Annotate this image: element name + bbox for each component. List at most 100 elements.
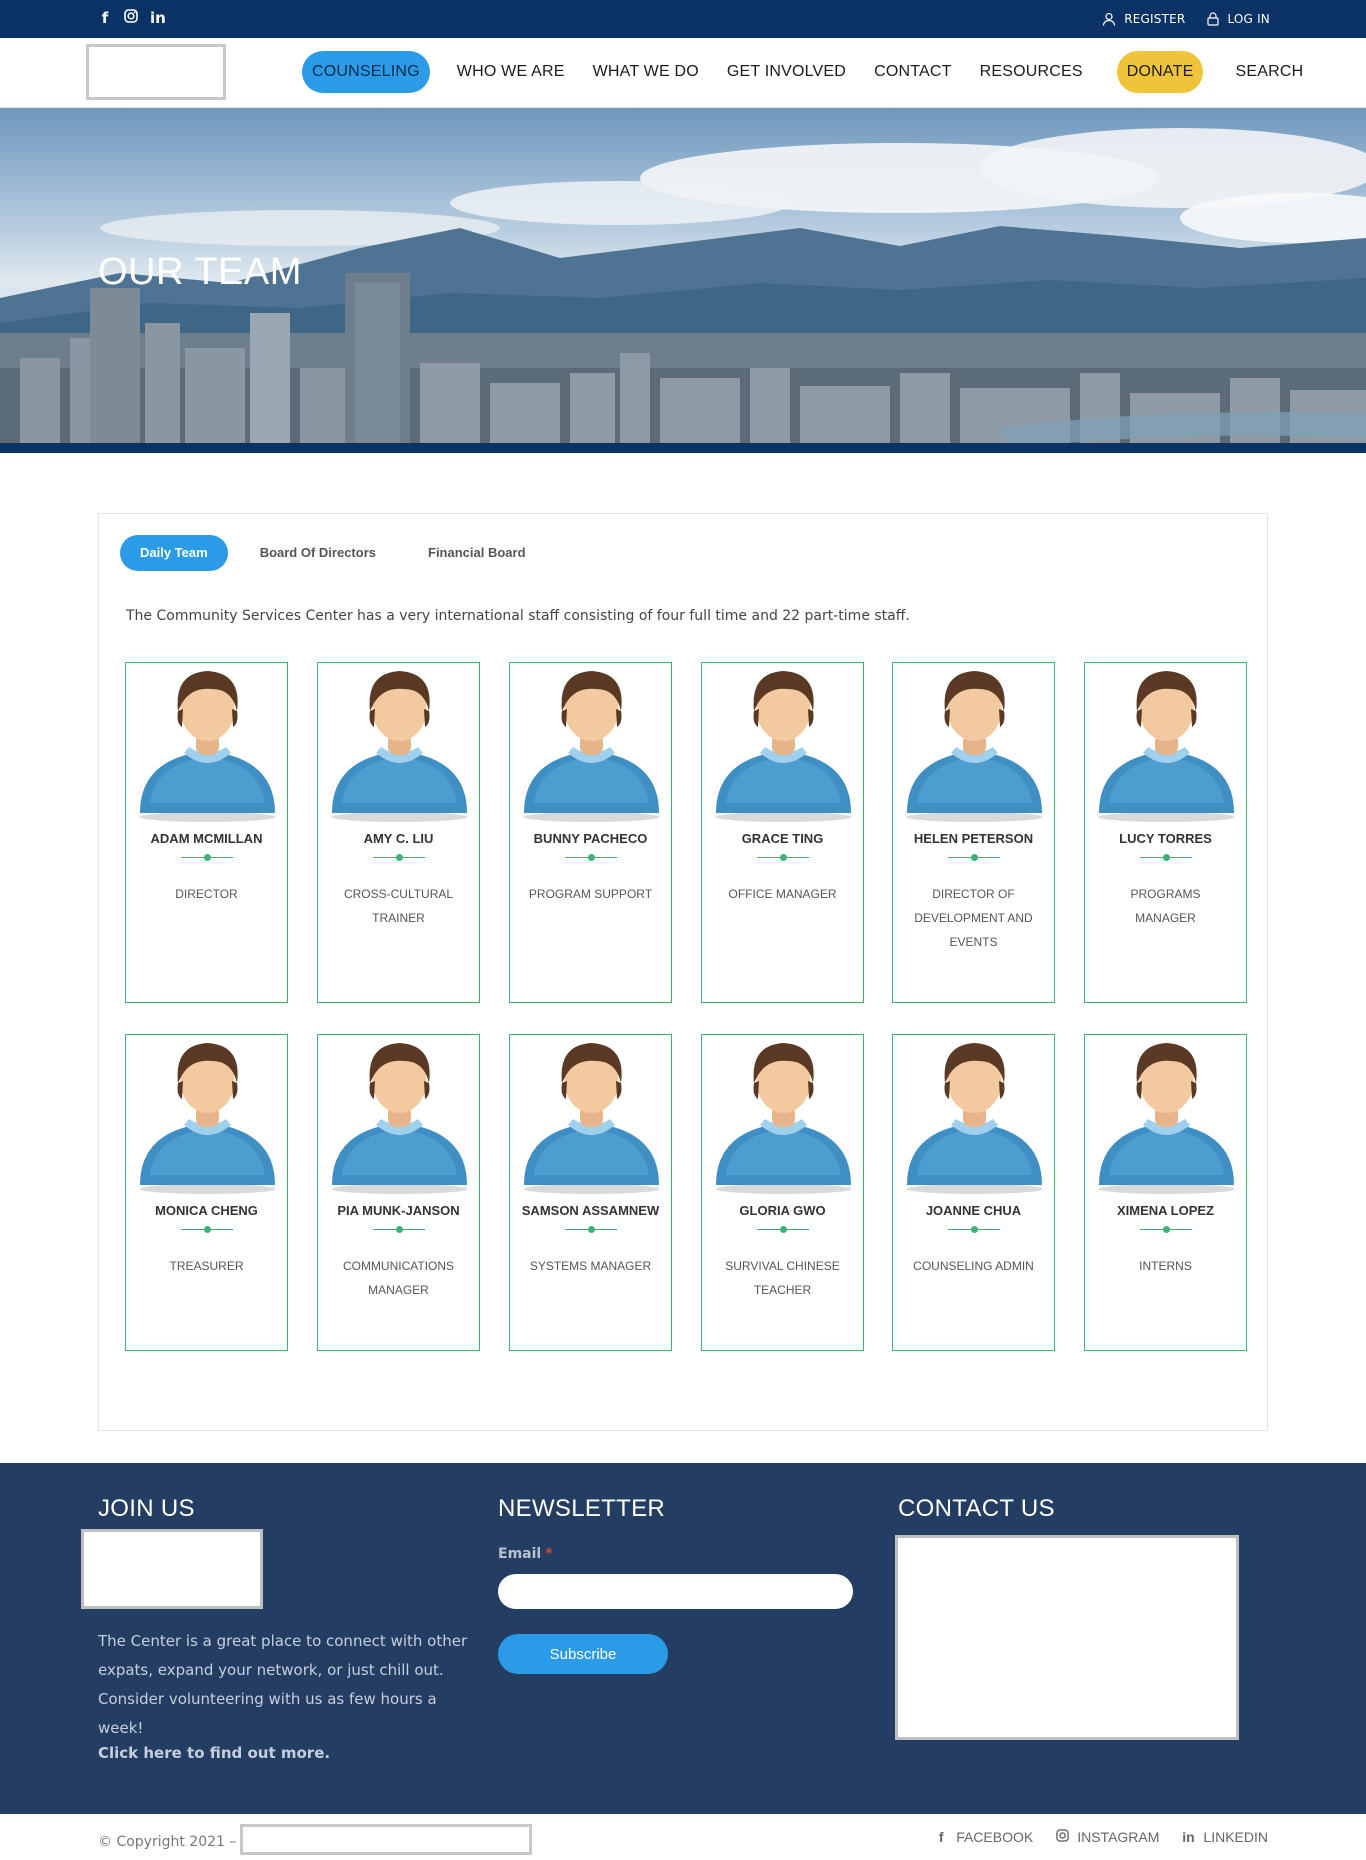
required-mark: * xyxy=(545,1546,553,1562)
team-member-name: ADAM MCMILLAN xyxy=(150,831,263,846)
newsletter-email-input[interactable] xyxy=(498,1574,853,1609)
page-title: OUR TEAM xyxy=(98,251,302,293)
linkedin-icon[interactable]: in xyxy=(150,9,166,27)
team-member-name: BUNNY PACHECO xyxy=(533,831,648,846)
team-intro: The Community Services Center has a very… xyxy=(126,608,910,624)
avatar-placeholder-icon xyxy=(318,663,481,823)
team-member-card[interactable]: BUNNY PACHECO PROGRAM SUPPORT xyxy=(509,662,672,1003)
nav-item-counseling[interactable]: COUNSELING xyxy=(302,51,430,93)
top-social-links: f in xyxy=(98,9,166,27)
avatar-placeholder-icon xyxy=(510,663,673,823)
team-member-name: SAMSON ASSAMNEW xyxy=(521,1203,660,1218)
login-link[interactable]: LOG IN xyxy=(1207,12,1270,26)
avatar-placeholder-icon xyxy=(126,1035,289,1195)
avatar-placeholder-icon xyxy=(126,663,289,823)
name-divider xyxy=(564,854,617,862)
instagram-icon xyxy=(1055,1829,1069,1845)
name-divider xyxy=(947,854,1000,862)
find-out-more-link[interactable]: Click here to find out more. xyxy=(98,1744,330,1762)
linkedin-link[interactable]: in LINKEDIN xyxy=(1181,1829,1268,1845)
avatar-placeholder-icon xyxy=(702,1035,865,1195)
nav-item-contact[interactable]: CONTACT xyxy=(860,51,966,93)
team-member-name: GRACE TING xyxy=(741,831,824,846)
team-member-name: XIMENA LOPEZ xyxy=(1116,1203,1215,1218)
join-us-heading: JOIN US xyxy=(98,1495,195,1522)
main-nav: COUNSELING WHO WE ARE WHAT WE DO GET INV… xyxy=(0,38,1366,108)
team-member-card[interactable]: SAMSON ASSAMNEW SYSTEMS MANAGER xyxy=(509,1034,672,1351)
name-divider xyxy=(564,1226,617,1234)
nav-item-resources[interactable]: RESOURCES xyxy=(966,51,1097,93)
hero-banner: OUR TEAM xyxy=(0,108,1366,453)
team-member-card[interactable]: GRACE TING OFFICE MANAGER xyxy=(701,662,864,1003)
team-member-name: GLORIA GWO xyxy=(739,1203,826,1218)
avatar-placeholder-icon xyxy=(702,663,865,823)
contact-us-heading: CONTACT US xyxy=(898,1495,1055,1522)
team-member-role: COMMUNICATIONS MANAGER xyxy=(342,1259,455,1297)
footer-social-links: f FACEBOOK INSTAGRAM in LINKEDIN xyxy=(934,1814,1268,1860)
team-member-card[interactable]: PIA MUNK-JANSON COMMUNICATIONS MANAGER xyxy=(317,1034,480,1351)
team-member-role: DIRECTOR OF DEVELOPMENT AND EVENTS xyxy=(914,887,1033,949)
facebook-link[interactable]: f FACEBOOK xyxy=(934,1829,1033,1845)
team-member-card[interactable]: AMY C. LIU CROSS-CULTURAL TRAINER xyxy=(317,662,480,1003)
auth-links: REGISTER LOG IN xyxy=(1102,0,1270,38)
name-divider xyxy=(180,854,233,862)
avatar-placeholder-icon xyxy=(318,1035,481,1195)
team-member-role: TREASURER xyxy=(169,1259,244,1273)
nav-item-donate[interactable]: DONATE xyxy=(1116,51,1204,93)
nav-item-search[interactable]: SEARCH xyxy=(1221,51,1317,93)
name-divider xyxy=(1139,854,1192,862)
team-panel: Daily Team Board Of Directors Financial … xyxy=(98,513,1268,1431)
name-divider xyxy=(947,1226,1000,1234)
name-divider xyxy=(180,1226,233,1234)
name-divider xyxy=(756,854,809,862)
team-member-card[interactable]: GLORIA GWO SURVIVAL CHINESE TEACHER xyxy=(701,1034,864,1351)
copyright: © Copyright 2021 – xyxy=(98,1824,533,1855)
team-member-name: LUCY TORRES xyxy=(1119,831,1212,846)
avatar-placeholder-icon xyxy=(1085,663,1248,823)
site-logo[interactable] xyxy=(86,44,226,100)
tab-financial-board[interactable]: Financial Board xyxy=(408,535,546,571)
register-link[interactable]: REGISTER xyxy=(1102,12,1185,26)
hero-divider xyxy=(0,443,1366,453)
bottom-bar: © Copyright 2021 – f FACEBOOK INSTAGRAM … xyxy=(0,1814,1366,1860)
instagram-icon[interactable] xyxy=(124,9,138,27)
instagram-label: INSTAGRAM xyxy=(1077,1829,1160,1845)
facebook-icon[interactable]: f xyxy=(98,9,112,27)
avatar-placeholder-icon xyxy=(510,1035,673,1195)
facebook-label: FACEBOOK xyxy=(956,1829,1034,1845)
team-member-name: MONICA CHENG xyxy=(155,1203,258,1218)
email-label-text: Email xyxy=(498,1546,542,1562)
team-member-role: INTERNS xyxy=(1139,1259,1192,1273)
name-divider xyxy=(372,1226,425,1234)
team-member-card[interactable]: ADAM MCMILLAN DIRECTOR xyxy=(125,662,288,1003)
instagram-link[interactable]: INSTAGRAM xyxy=(1055,1829,1159,1845)
login-label: LOG IN xyxy=(1227,12,1270,26)
avatar-placeholder-icon xyxy=(893,1035,1056,1195)
join-us-text: The Center is a great place to connect w… xyxy=(98,1632,468,1737)
team-member-name: HELEN PETERSON xyxy=(913,831,1034,846)
nav-item-what-we-do[interactable]: WHAT WE DO xyxy=(579,51,713,93)
linkedin-icon: in xyxy=(1182,1829,1195,1845)
team-member-card[interactable]: LUCY TORRES PROGRAMS MANAGER xyxy=(1084,662,1247,1003)
nav-item-who-we-are[interactable]: WHO WE ARE xyxy=(443,51,579,93)
team-member-card[interactable]: XIMENA LOPEZ INTERNS xyxy=(1084,1034,1247,1351)
top-bar: f in REGISTER LOG IN xyxy=(0,0,1366,38)
subscribe-button[interactable]: Subscribe xyxy=(498,1634,668,1674)
team-member-name: AMY C. LIU xyxy=(363,831,434,846)
team-member-card[interactable]: MONICA CHENG TREASURER xyxy=(125,1034,288,1351)
tab-board-of-directors[interactable]: Board Of Directors xyxy=(240,535,396,571)
team-member-name: JOANNE CHUA xyxy=(925,1203,1022,1218)
footer-logo xyxy=(81,1529,263,1609)
tab-daily-team[interactable]: Daily Team xyxy=(120,535,228,571)
team-member-card[interactable]: JOANNE CHUA COUNSELING ADMIN xyxy=(892,1034,1055,1351)
team-member-role: SYSTEMS MANAGER xyxy=(529,1259,652,1273)
nav-menu: COUNSELING WHO WE ARE WHAT WE DO GET INV… xyxy=(302,51,1317,93)
email-label: Email * xyxy=(498,1546,553,1562)
user-icon xyxy=(1102,12,1116,26)
nav-item-get-involved[interactable]: GET INVOLVED xyxy=(713,51,860,93)
name-divider xyxy=(1139,1226,1192,1234)
team-member-card[interactable]: HELEN PETERSON DIRECTOR OF DEVELOPMENT A… xyxy=(892,662,1055,1003)
avatar-placeholder-icon xyxy=(893,663,1056,823)
facebook-icon: f xyxy=(938,1829,944,1845)
name-divider xyxy=(756,1226,809,1234)
